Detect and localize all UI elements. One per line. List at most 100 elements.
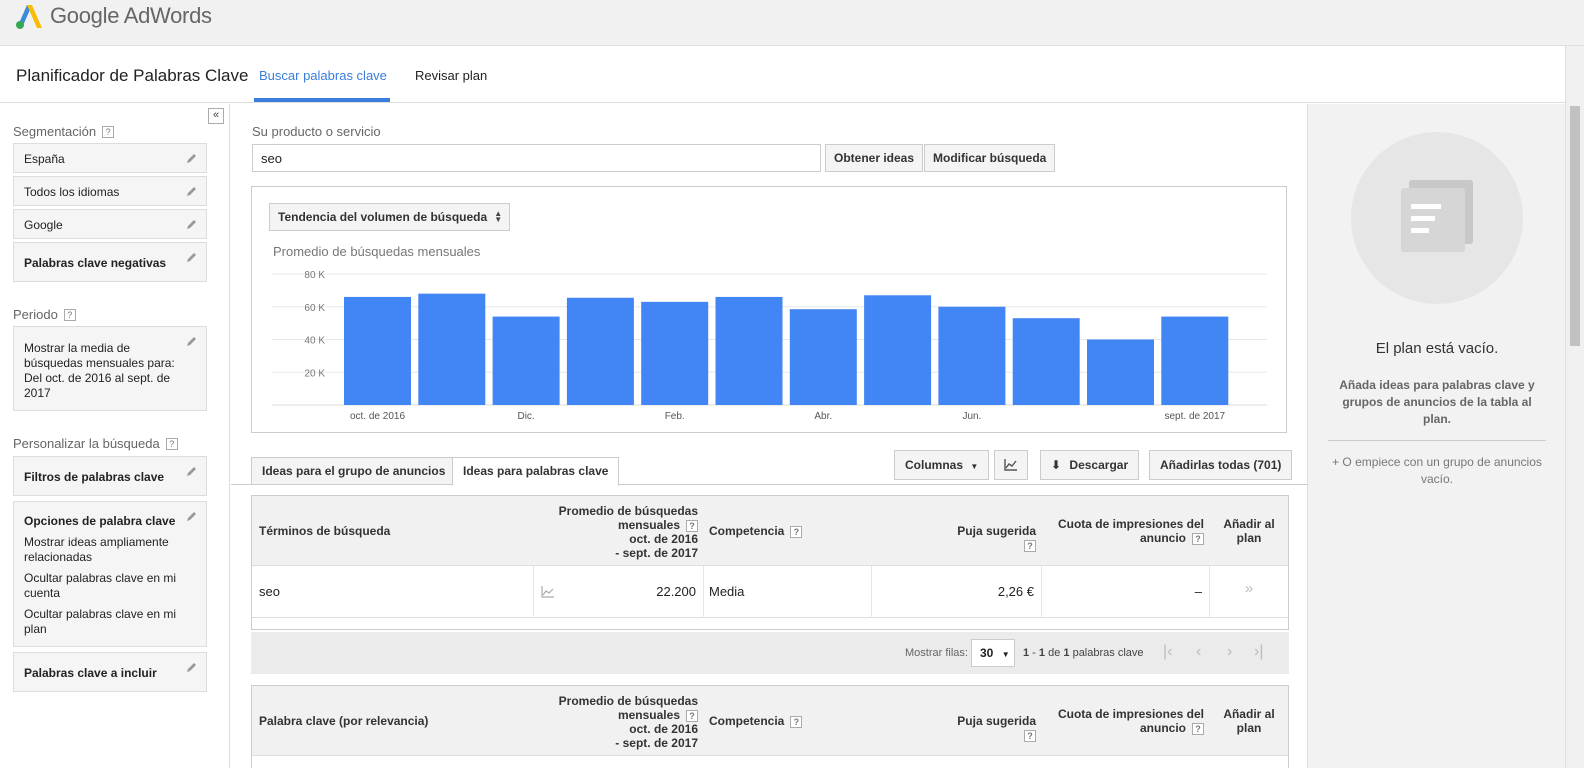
keyword-option-item: Mostrar ideas ampliamente relacionadas (24, 535, 169, 564)
pencil-icon (187, 220, 196, 229)
help-icon[interactable]: ? (102, 125, 115, 138)
cell-competition: Media (709, 584, 745, 599)
col-suggested-bid[interactable]: Puja sugerida? (942, 714, 1036, 742)
col-avg-line: Promedio de búsquedas (558, 504, 698, 518)
divider (1328, 440, 1546, 441)
bar-10 (1087, 339, 1154, 405)
col-avg-line: mensuales? (552, 518, 698, 532)
adwords-logo[interactable]: Google AdWords (14, 2, 212, 30)
bar-0 (344, 296, 411, 405)
bar-5 (715, 296, 783, 405)
help-icon[interactable]: ? (1192, 723, 1204, 735)
negative-keywords-selector[interactable]: Palabras clave negativas (13, 242, 207, 282)
x-tick-label: Abr. (814, 411, 832, 422)
columns-button[interactable]: Columnas ▼ (894, 450, 990, 480)
keyword-filters-label: Filtros de palabras clave (24, 470, 165, 484)
y-tick-label: 20 K (304, 368, 325, 379)
first-page-icon[interactable]: |‹ (1163, 643, 1172, 661)
tab-ad-group-ideas[interactable]: Ideas para el grupo de anuncios (251, 457, 457, 485)
language-label: Todos los idiomas (24, 185, 120, 199)
table-header: Palabra clave (por relevancia) Promedio … (252, 686, 1288, 756)
keyword-options-selector[interactable]: Opciones de palabra clave Mostrar ideas … (13, 501, 207, 647)
chart-type-select[interactable]: Tendencia del volumen de búsqueda ▲ ▼ (269, 203, 511, 231)
period-selector[interactable]: Mostrar la media de búsquedas mensuales … (13, 326, 207, 411)
col-avg-searches[interactable]: Promedio de búsquedas mensuales? oct. de… (552, 504, 698, 560)
customize-section-title: Personalizar la búsqueda ? (13, 436, 178, 451)
col-add-to-plan[interactable]: Añadir al plan (1212, 707, 1286, 735)
period-section-title: Periodo ? (13, 307, 76, 322)
keyword-option-item: Ocultar palabras clave en mi plan (24, 607, 177, 636)
col-competition[interactable]: Competencia? (709, 524, 803, 538)
pencil-icon (187, 154, 196, 163)
bar-4 (641, 301, 709, 405)
tab-keyword-ideas[interactable]: Ideas para palabras clave (452, 457, 620, 486)
help-icon[interactable]: ? (1024, 730, 1036, 742)
keyword-options-title: Opciones de palabra clave (24, 514, 176, 528)
tab-search-keywords[interactable]: Buscar palabras clave (259, 68, 387, 83)
bar-11 (1161, 316, 1229, 405)
help-icon[interactable]: ? (1192, 533, 1204, 545)
keyword-filters-selector[interactable]: Filtros de palabras clave (13, 456, 207, 496)
adwords-logo-icon (16, 5, 42, 29)
keyword-ideas-table: Palabra clave (por relevancia) Promedio … (251, 685, 1289, 768)
add-all-button[interactable]: Añadirlas todas (701) (1149, 450, 1293, 480)
col-avg-searches[interactable]: Promedio de búsquedas mensuales? oct. de… (552, 694, 698, 750)
help-icon[interactable]: ? (790, 526, 803, 538)
tab-review-plan[interactable]: Revisar plan (415, 68, 487, 83)
col-impression-share[interactable]: Cuota de impresiones del anuncio? (1042, 517, 1204, 545)
pencil-icon (187, 253, 196, 262)
help-icon[interactable]: ? (790, 716, 803, 728)
location-label: España (24, 152, 65, 166)
chart-toggle-button[interactable] (994, 450, 1028, 480)
next-page-icon[interactable]: › (1227, 643, 1232, 661)
help-icon[interactable]: ? (1024, 540, 1036, 552)
col-search-terms[interactable]: Términos de búsqueda (259, 524, 390, 538)
trend-chart-icon[interactable] (541, 585, 555, 599)
col-impression-share[interactable]: Cuota de impresiones del anuncio? (1042, 707, 1204, 735)
start-empty-ad-group-link[interactable]: + O empiece con un grupo de anuncios vac… (1332, 454, 1542, 488)
keywords-include-selector[interactable]: Palabras clave a incluir (13, 652, 207, 692)
add-to-plan-button[interactable]: » (1212, 580, 1286, 597)
empty-plan-title: El plan está vacío. (1375, 340, 1499, 357)
help-icon[interactable]: ? (686, 710, 698, 722)
table-header: Términos de búsqueda Promedio de búsqued… (252, 496, 1288, 566)
x-tick-label: oct. de 2016 (350, 411, 405, 422)
page-scrollbar[interactable] (1565, 46, 1584, 768)
bar-1 (418, 293, 486, 405)
document-icon (1401, 188, 1465, 252)
download-icon: ⬇ (1051, 458, 1062, 472)
product-label: Su producto o servicio (252, 124, 381, 139)
y-tick-label: 40 K (304, 336, 325, 347)
collapse-sidebar-button[interactable]: « (208, 108, 224, 124)
network-selector[interactable]: Google (13, 209, 207, 239)
pencil-icon (187, 512, 196, 521)
download-button[interactable]: ⬇ Descargar (1040, 450, 1140, 480)
keywords-include-label: Palabras clave a incluir (24, 666, 157, 680)
product-search-input[interactable] (252, 144, 821, 172)
pencil-icon (187, 467, 196, 476)
col-suggested-bid[interactable]: Puja sugerida? (942, 524, 1036, 552)
col-keyword-relevance[interactable]: Palabra clave (por relevancia) (259, 714, 428, 728)
col-competition[interactable]: Competencia? (709, 714, 803, 728)
bar-9 (1012, 318, 1080, 405)
prev-page-icon[interactable]: ‹ (1196, 643, 1201, 661)
table-row: seo 22.200 Media 2,26 € – » (252, 566, 1288, 618)
language-selector[interactable]: Todos los idiomas (13, 176, 207, 206)
help-icon[interactable]: ? (63, 308, 76, 321)
plan-panel: El plan está vacío. Añada ideas para pal… (1307, 104, 1565, 768)
last-page-icon[interactable]: ›| (1254, 643, 1263, 661)
col-avg-line: oct. de 2016 (629, 532, 698, 546)
modify-search-button[interactable]: Modificar búsqueda (924, 144, 1056, 172)
cell-avg-searches: 22.200 (656, 584, 696, 599)
help-icon[interactable]: ? (165, 437, 178, 450)
location-selector[interactable]: España (13, 143, 207, 173)
rows-per-page-select[interactable]: 30 ▼ (971, 639, 1015, 667)
help-icon[interactable]: ? (686, 520, 698, 532)
chart-type-label: Tendencia del volumen de búsqueda (278, 210, 488, 224)
get-ideas-button[interactable]: Obtener ideas (825, 144, 924, 172)
show-rows-label: Mostrar filas: (905, 647, 968, 659)
scrollbar-thumb[interactable] (1570, 106, 1580, 346)
caret-down-icon: ▼ (1001, 650, 1010, 659)
col-add-to-plan[interactable]: Añadir al plan (1212, 517, 1286, 545)
cell-impression-share: – (1194, 584, 1202, 599)
